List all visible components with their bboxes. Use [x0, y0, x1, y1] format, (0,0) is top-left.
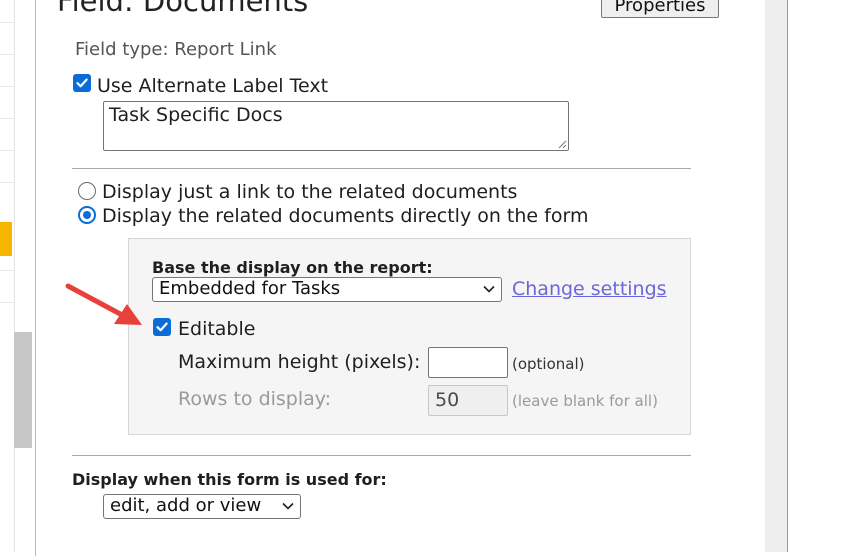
highlighted-cell: [0, 222, 12, 256]
usage-label: Display when this form is used for:: [72, 470, 387, 489]
row-divider: [0, 54, 14, 55]
rows-to-display-input[interactable]: 50: [428, 385, 508, 416]
alternate-label-checkbox[interactable]: [73, 74, 91, 92]
radio-display-direct-label: Display the related documents directly o…: [102, 205, 589, 227]
checkmark-icon: [156, 322, 168, 332]
window-border: [787, 0, 788, 552]
field-properties-dialog: Field: Documents Properties Field type: …: [35, 0, 765, 556]
max-height-input[interactable]: [428, 347, 508, 378]
checkmark-icon: [76, 78, 88, 88]
radio-display-link-label: Display just a link to the related docum…: [102, 181, 518, 203]
alternate-label-textarea[interactable]: Task Specific Docs: [103, 101, 569, 151]
chevron-down-icon: [282, 502, 294, 510]
alternate-label-value: Task Specific Docs: [109, 104, 283, 126]
row-divider: [0, 270, 14, 271]
row-divider: [0, 302, 14, 303]
rows-to-display-label: Rows to display:: [178, 388, 332, 410]
change-settings-link[interactable]: Change settings: [512, 278, 667, 300]
row-divider: [0, 150, 14, 151]
resize-grip-icon[interactable]: [558, 140, 567, 149]
row-divider: [0, 86, 14, 87]
background-scrollbar-thumb[interactable]: [14, 332, 32, 448]
background-sheet-strip: [0, 0, 15, 552]
section-divider: [72, 168, 691, 169]
alternate-label-text: Use Alternate Label Text: [97, 75, 329, 97]
max-height-note: (optional): [512, 355, 585, 373]
report-select-value: Embedded for Tasks: [159, 278, 341, 299]
radio-display-direct[interactable]: [78, 206, 96, 224]
rows-to-display-note: (leave blank for all): [512, 392, 658, 410]
row-divider: [0, 118, 14, 119]
editable-label: Editable: [178, 318, 256, 340]
base-report-label: Base the display on the report:: [152, 258, 433, 277]
field-type-label: Field type: Report Link: [75, 39, 277, 60]
editable-checkbox[interactable]: [153, 318, 171, 336]
report-select[interactable]: Embedded for Tasks: [152, 277, 502, 302]
section-divider: [72, 455, 691, 456]
row-divider: [0, 182, 14, 183]
dialog-title: Field: Documents: [57, 0, 309, 18]
properties-button[interactable]: Properties: [601, 0, 719, 18]
chevron-down-icon: [483, 285, 495, 293]
annotation-arrow-icon: [65, 283, 142, 325]
usage-select-value: edit, add or view: [110, 495, 262, 516]
dialog-right-margin: [765, 0, 787, 552]
row-divider: [0, 22, 14, 23]
usage-select[interactable]: edit, add or view: [103, 494, 301, 519]
max-height-label: Maximum height (pixels):: [178, 351, 421, 373]
radio-display-link[interactable]: [78, 182, 96, 200]
